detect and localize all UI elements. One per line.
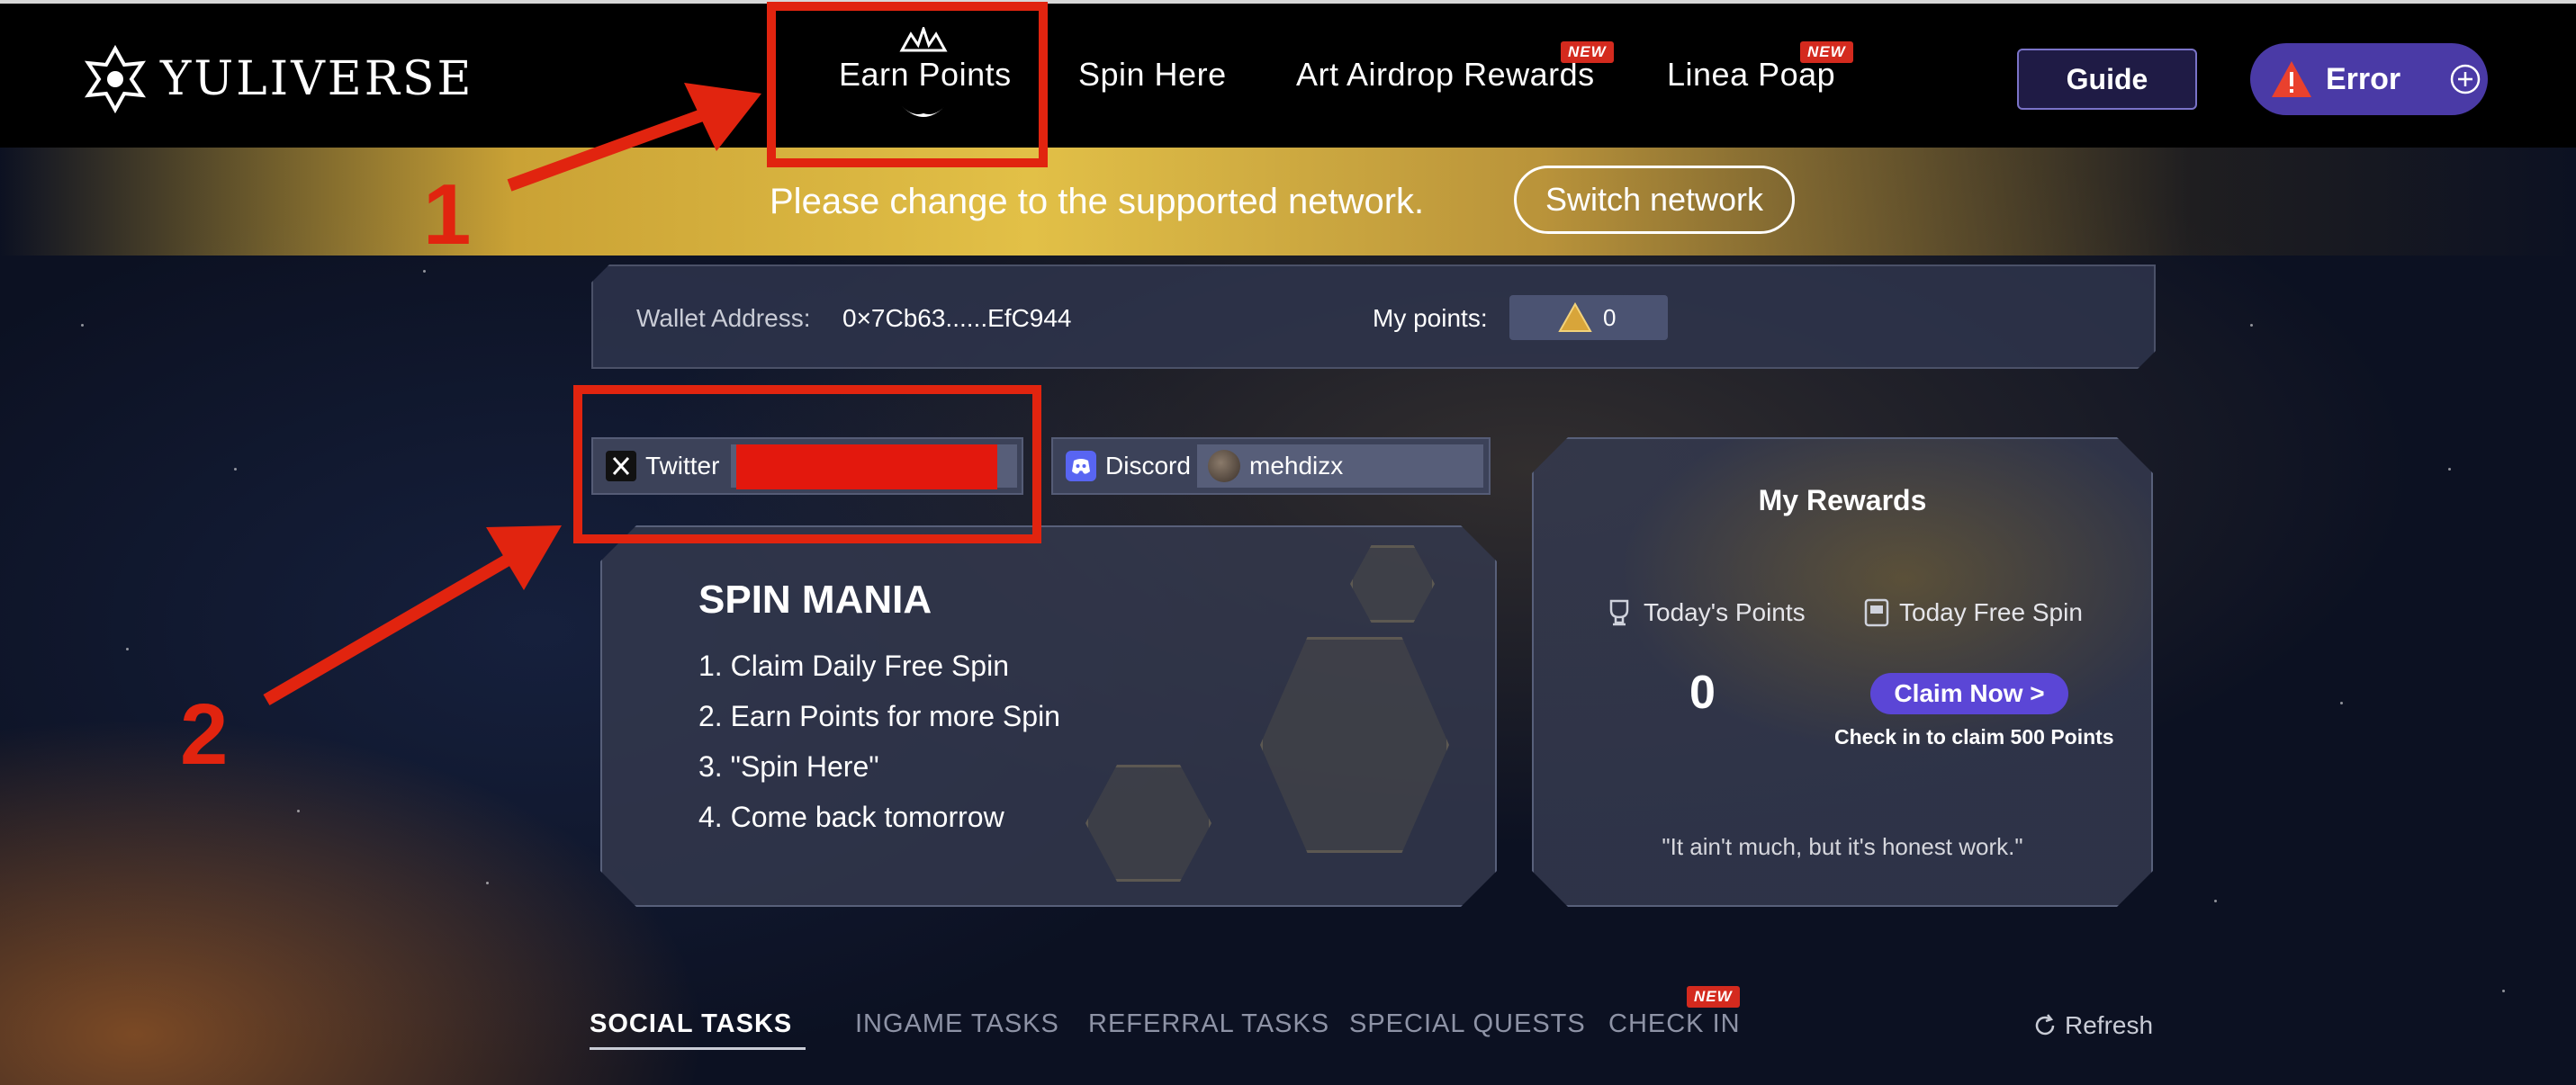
arrow-head-2: [486, 525, 562, 590]
annotation-number-1: 1: [423, 166, 472, 263]
annotation-arrows: [263, 83, 761, 706]
page: YULIVERSE Earn Points Spin Here Art Aird…: [0, 0, 2576, 1085]
annotation-number-2: 2: [180, 686, 229, 783]
